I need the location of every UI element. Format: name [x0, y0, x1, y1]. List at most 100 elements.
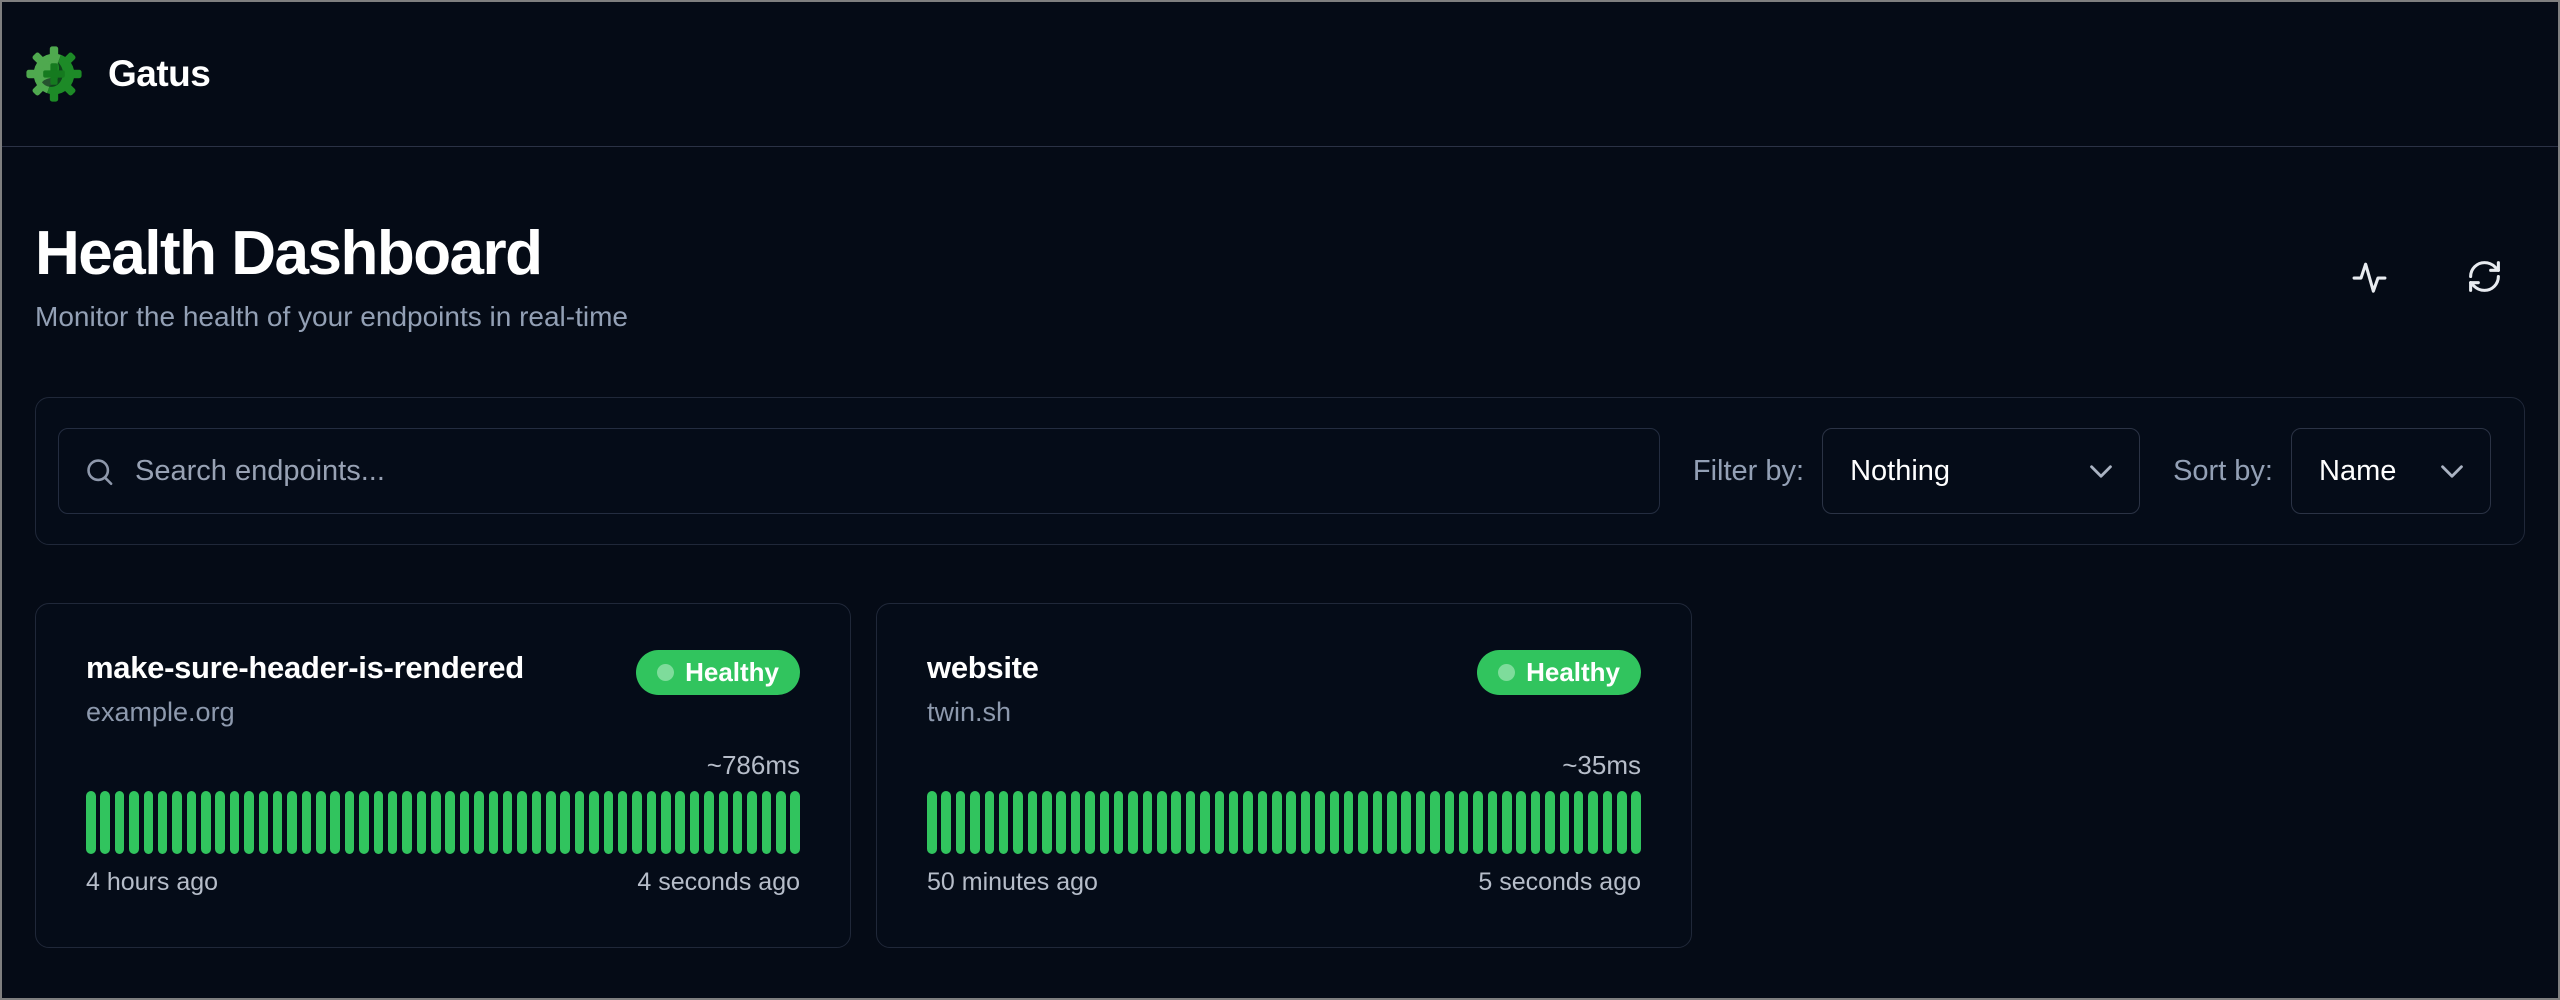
uptime-bar[interactable]: [985, 791, 995, 854]
uptime-bar[interactable]: [1617, 791, 1627, 854]
uptime-bar[interactable]: [589, 791, 599, 854]
uptime-bar[interactable]: [675, 791, 685, 854]
uptime-bar[interactable]: [1100, 791, 1110, 854]
uptime-bar[interactable]: [1459, 791, 1469, 854]
uptime-bar[interactable]: [460, 791, 470, 854]
uptime-bar[interactable]: [1286, 791, 1296, 854]
uptime-bar[interactable]: [517, 791, 527, 854]
search-input[interactable]: [135, 455, 1634, 488]
uptime-bar[interactable]: [144, 791, 154, 854]
uptime-bar[interactable]: [1229, 791, 1239, 854]
uptime-bar[interactable]: [632, 791, 642, 854]
uptime-bar[interactable]: [1545, 791, 1555, 854]
endpoint-card[interactable]: make-sure-header-is-rendered example.org…: [35, 603, 851, 948]
uptime-bar[interactable]: [1071, 791, 1081, 854]
uptime-bar[interactable]: [1330, 791, 1340, 854]
uptime-bar[interactable]: [445, 791, 455, 854]
uptime-bar[interactable]: [1531, 791, 1541, 854]
uptime-bar[interactable]: [560, 791, 570, 854]
uptime-bar[interactable]: [1085, 791, 1095, 854]
uptime-bar[interactable]: [115, 791, 125, 854]
uptime-bar[interactable]: [1215, 791, 1225, 854]
uptime-bar[interactable]: [790, 791, 800, 854]
uptime-bar[interactable]: [1028, 791, 1038, 854]
uptime-bar[interactable]: [172, 791, 182, 854]
uptime-bar[interactable]: [244, 791, 254, 854]
uptime-bar[interactable]: [1157, 791, 1167, 854]
uptime-bar[interactable]: [1502, 791, 1512, 854]
uptime-bar[interactable]: [604, 791, 614, 854]
uptime-bar[interactable]: [86, 791, 96, 854]
uptime-bar[interactable]: [647, 791, 657, 854]
uptime-bar[interactable]: [374, 791, 384, 854]
uptime-bar[interactable]: [1588, 791, 1598, 854]
uptime-bar[interactable]: [704, 791, 714, 854]
uptime-bar[interactable]: [1315, 791, 1325, 854]
uptime-bar[interactable]: [970, 791, 980, 854]
uptime-bar[interactable]: [1603, 791, 1613, 854]
uptime-bar[interactable]: [1272, 791, 1282, 854]
uptime-bar[interactable]: [1445, 791, 1455, 854]
uptime-bar[interactable]: [1358, 791, 1368, 854]
uptime-bar[interactable]: [1344, 791, 1354, 854]
uptime-bar[interactable]: [690, 791, 700, 854]
uptime-bar[interactable]: [359, 791, 369, 854]
uptime-bar[interactable]: [1186, 791, 1196, 854]
uptime-bar[interactable]: [532, 791, 542, 854]
uptime-bar[interactable]: [388, 791, 398, 854]
uptime-bar[interactable]: [431, 791, 441, 854]
uptime-bar[interactable]: [129, 791, 139, 854]
uptime-bar[interactable]: [345, 791, 355, 854]
uptime-bar[interactable]: [927, 791, 937, 854]
uptime-bar[interactable]: [1488, 791, 1498, 854]
uptime-bar[interactable]: [287, 791, 297, 854]
refresh-button[interactable]: [2466, 258, 2503, 295]
endpoint-name[interactable]: website: [927, 650, 1039, 686]
uptime-bar[interactable]: [1200, 791, 1210, 854]
uptime-bar[interactable]: [941, 791, 951, 854]
uptime-bar[interactable]: [503, 791, 513, 854]
uptime-bar[interactable]: [1416, 791, 1426, 854]
uptime-bar[interactable]: [417, 791, 427, 854]
uptime-bar[interactable]: [575, 791, 585, 854]
uptime-bar[interactable]: [158, 791, 168, 854]
uptime-bar[interactable]: [546, 791, 556, 854]
uptime-bar[interactable]: [1171, 791, 1181, 854]
events-button[interactable]: [2351, 258, 2388, 295]
uptime-bar[interactable]: [1301, 791, 1311, 854]
uptime-bar[interactable]: [1056, 791, 1066, 854]
uptime-bar[interactable]: [215, 791, 225, 854]
uptime-bar[interactable]: [1387, 791, 1397, 854]
uptime-bar[interactable]: [1114, 791, 1124, 854]
uptime-bar[interactable]: [1258, 791, 1268, 854]
uptime-bar[interactable]: [1243, 791, 1253, 854]
uptime-bar[interactable]: [1373, 791, 1383, 854]
uptime-bar[interactable]: [230, 791, 240, 854]
uptime-bar[interactable]: [1473, 791, 1483, 854]
uptime-bar[interactable]: [661, 791, 671, 854]
uptime-bar[interactable]: [719, 791, 729, 854]
uptime-bar[interactable]: [1430, 791, 1440, 854]
uptime-bar[interactable]: [776, 791, 786, 854]
uptime-bar[interactable]: [187, 791, 197, 854]
uptime-bar[interactable]: [330, 791, 340, 854]
uptime-bar[interactable]: [402, 791, 412, 854]
uptime-bar[interactable]: [302, 791, 312, 854]
home-link[interactable]: Gatus: [24, 44, 210, 104]
uptime-bar[interactable]: [956, 791, 966, 854]
endpoint-card[interactable]: website twin.sh Healthy ~35ms 50 minutes…: [876, 603, 1692, 948]
uptime-bar[interactable]: [489, 791, 499, 854]
uptime-bar[interactable]: [474, 791, 484, 854]
uptime-bar[interactable]: [259, 791, 269, 854]
endpoint-name[interactable]: make-sure-header-is-rendered: [86, 650, 524, 686]
uptime-bar[interactable]: [1516, 791, 1526, 854]
uptime-bar[interactable]: [999, 791, 1009, 854]
uptime-bar[interactable]: [100, 791, 110, 854]
uptime-bar[interactable]: [1042, 791, 1052, 854]
uptime-bar[interactable]: [1574, 791, 1584, 854]
uptime-bar[interactable]: [1631, 791, 1641, 854]
uptime-bar[interactable]: [1560, 791, 1570, 854]
uptime-bar[interactable]: [1143, 791, 1153, 854]
uptime-bar[interactable]: [201, 791, 211, 854]
filter-select[interactable]: Nothing: [1822, 428, 2140, 514]
